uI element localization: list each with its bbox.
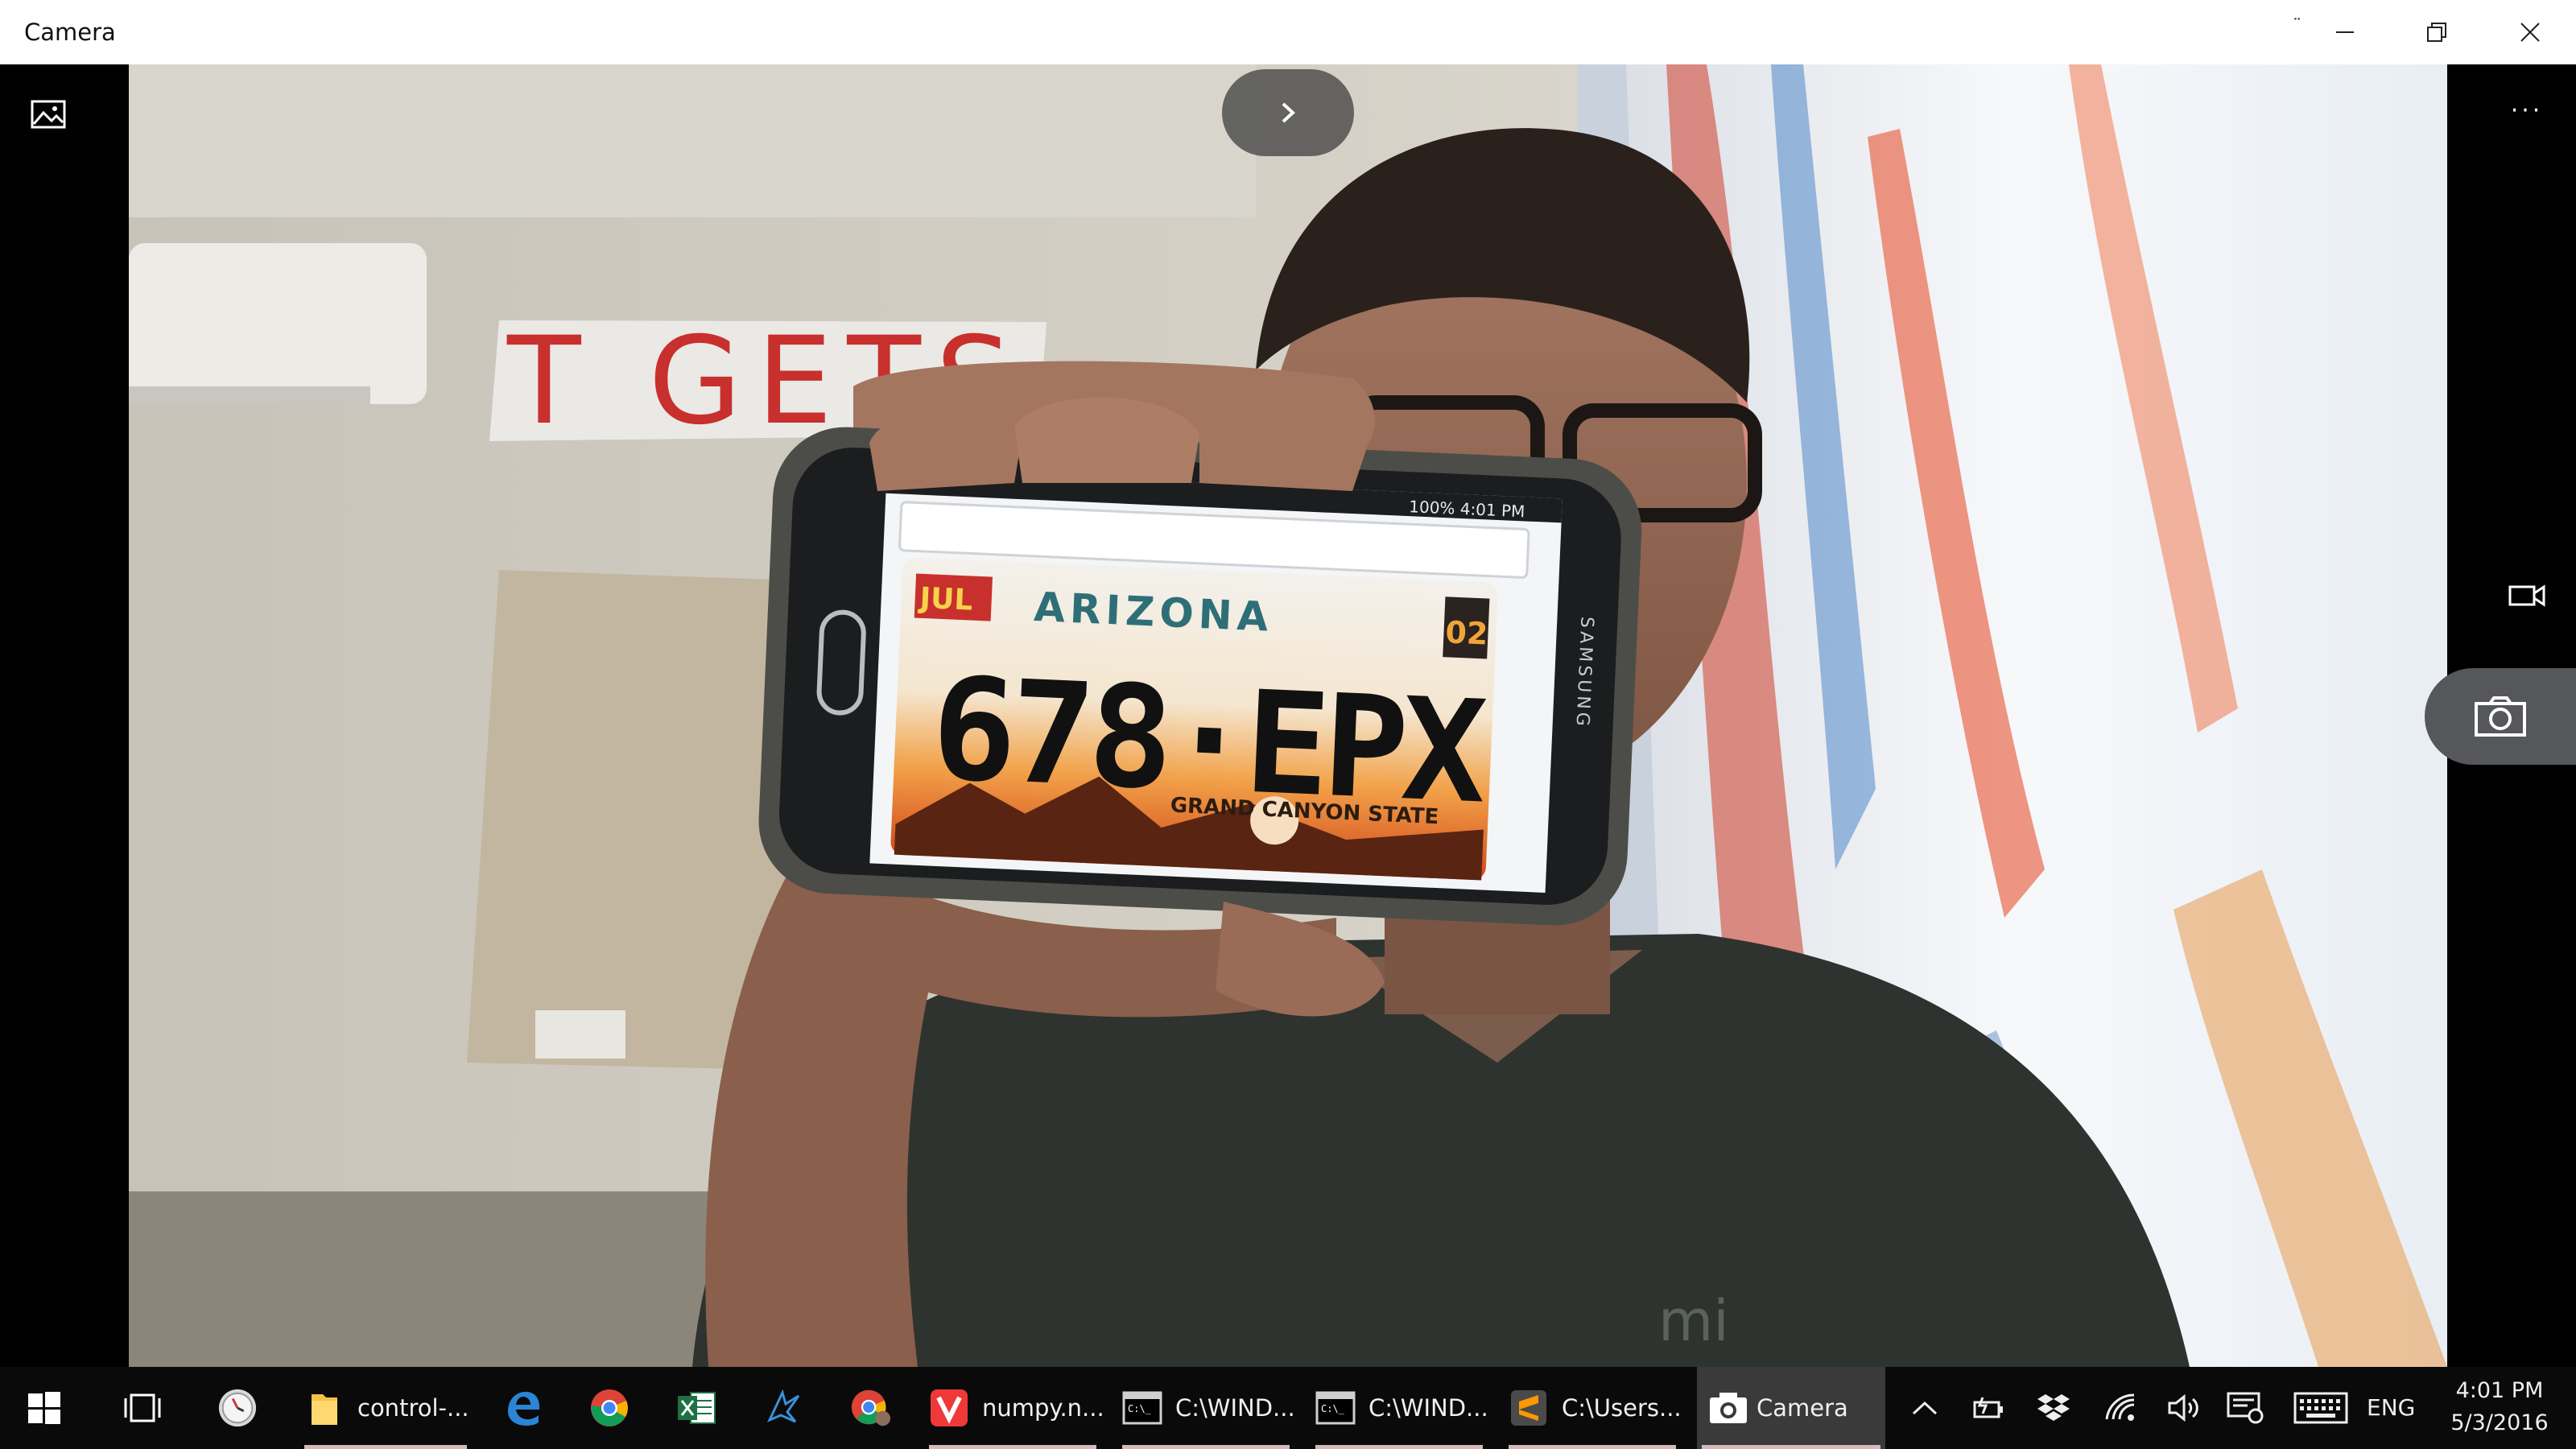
chrome-icon: [589, 1388, 630, 1428]
dropbox-icon: [2037, 1394, 2070, 1421]
power-status-button[interactable]: [1969, 1388, 2009, 1428]
edge-icon: [502, 1388, 543, 1428]
minimize-button[interactable]: [2299, 0, 2391, 64]
gallery-button[interactable]: [26, 92, 71, 137]
compact-overlay-icon[interactable]: ¨: [2293, 16, 2301, 36]
battery-charging-icon: [1973, 1397, 2003, 1418]
phone: 100% 4:01 PM SAMSUNG JUL ARIZONA 02 678·…: [758, 427, 1642, 926]
camera-icon: [2475, 696, 2526, 737]
running-indicator: [1702, 1445, 1880, 1449]
app-blue-icon: [763, 1388, 803, 1428]
touch-keyboard-button[interactable]: [2291, 1388, 2351, 1428]
taskbar-app-edge[interactable]: [502, 1367, 543, 1449]
input-language-indicator[interactable]: ENG: [2367, 1367, 2415, 1449]
taskbar-label: C:\WIND...: [1175, 1394, 1295, 1422]
video-camera-icon: [2508, 584, 2545, 607]
taskbar-app-cmd-1[interactable]: C:\_ C:\WIND...: [1117, 1367, 1295, 1449]
chrome-profile-icon: [850, 1388, 890, 1428]
chevron-up-icon: [1912, 1401, 1938, 1415]
taskbar-app-cmd-2[interactable]: C:\_ C:\WIND...: [1311, 1367, 1488, 1449]
taskbar-app-sublime[interactable]: C:\Users...: [1504, 1367, 1682, 1449]
sublime-text-icon: [1509, 1388, 1549, 1428]
close-icon: [2520, 23, 2540, 42]
taskbar-app-excel[interactable]: [676, 1367, 716, 1449]
title-bar: Camera ¨: [0, 0, 2576, 64]
minimize-icon: [2336, 31, 2354, 33]
more-options-button[interactable]: ···: [2499, 95, 2555, 127]
air-conditioner: [129, 243, 427, 404]
plate-month: JUL: [917, 582, 973, 617]
task-view-icon: [122, 1388, 163, 1428]
folder-icon: [304, 1388, 345, 1428]
gallery-icon: [31, 100, 66, 129]
taskbar: control-... numpy.n... C:\_ C:\WIND... C…: [0, 1367, 2576, 1449]
clock-time: 4:01 PM: [2455, 1378, 2544, 1403]
excel-icon: [676, 1388, 716, 1428]
dropbox-button[interactable]: [2033, 1388, 2074, 1428]
running-indicator: [1509, 1445, 1676, 1449]
restore-button[interactable]: [2391, 0, 2483, 64]
terminal-icon: C:\_: [1122, 1388, 1162, 1428]
clock-date: 5/3/2016: [2450, 1410, 2549, 1435]
taskbar-app-clock[interactable]: [217, 1367, 258, 1449]
close-button[interactable]: [2484, 0, 2576, 64]
left-control-bar: [0, 64, 129, 1367]
clock-app-icon: [217, 1388, 258, 1428]
task-view-button[interactable]: [122, 1367, 163, 1449]
vivaldi-icon: [929, 1388, 969, 1428]
speaker-icon: [2168, 1393, 2198, 1422]
taskbar-label: C:\WIND...: [1368, 1394, 1488, 1422]
network-button[interactable]: [2101, 1388, 2141, 1428]
take-photo-button[interactable]: [2425, 668, 2576, 765]
taskbar-label: Camera: [1757, 1394, 1848, 1422]
running-indicator: [1315, 1445, 1483, 1449]
running-indicator: [304, 1445, 467, 1449]
taskbar-app-camera[interactable]: Camera: [1697, 1367, 1885, 1449]
taskbar-app-vivaldi[interactable]: numpy.n...: [924, 1367, 1104, 1449]
shirt-logo: mi: [1658, 1288, 1729, 1354]
taskbar-app-chrome-profile[interactable]: [850, 1367, 890, 1449]
camera-viewfinder[interactable]: T GETS mi 100% 4:01 PM SAMSUNG JUL ARIZO…: [129, 64, 2447, 1367]
expand-controls-button[interactable]: [1222, 69, 1354, 156]
wifi-icon: [2105, 1393, 2135, 1421]
license-plate: JUL ARIZONA 02 678·EPX GRAND CANYON STAT…: [890, 557, 1498, 881]
windows-logo-icon: [24, 1388, 64, 1428]
taskbar-app-blue[interactable]: [763, 1367, 803, 1449]
running-indicator: [1122, 1445, 1290, 1449]
terminal-icon: C:\_: [1315, 1388, 1356, 1428]
running-indicator: [929, 1445, 1096, 1449]
plate-year: 02: [1445, 614, 1489, 651]
svg-text:C:\_: C:\_: [1321, 1403, 1345, 1414]
svg-text:C:\_: C:\_: [1128, 1403, 1152, 1414]
action-center-button[interactable]: [2225, 1388, 2265, 1428]
start-button[interactable]: [24, 1367, 64, 1449]
video-mode-button[interactable]: [2500, 580, 2553, 612]
chevron-right-icon: [1282, 102, 1295, 123]
restore-icon: [2427, 23, 2446, 42]
camera-scene: T GETS mi 100% 4:01 PM SAMSUNG JUL ARIZO…: [129, 64, 2447, 1367]
taskbar-app-chrome[interactable]: [589, 1367, 630, 1449]
wall-note: [535, 1010, 625, 1059]
taskbar-app-file-explorer[interactable]: control-...: [299, 1367, 472, 1449]
taskbar-label: numpy.n...: [982, 1394, 1104, 1422]
taskbar-label: C:\Users...: [1562, 1394, 1682, 1422]
system-clock[interactable]: 4:01 PM 5/3/2016: [2439, 1375, 2560, 1439]
window-title: Camera: [24, 19, 116, 46]
volume-button[interactable]: [2164, 1388, 2204, 1428]
taskbar-label: control-...: [357, 1394, 469, 1422]
show-hidden-icons-button[interactable]: [1905, 1388, 1945, 1428]
camera-app-icon: [1708, 1388, 1748, 1428]
keyboard-icon: [2293, 1392, 2348, 1424]
notification-icon: [2227, 1392, 2264, 1424]
